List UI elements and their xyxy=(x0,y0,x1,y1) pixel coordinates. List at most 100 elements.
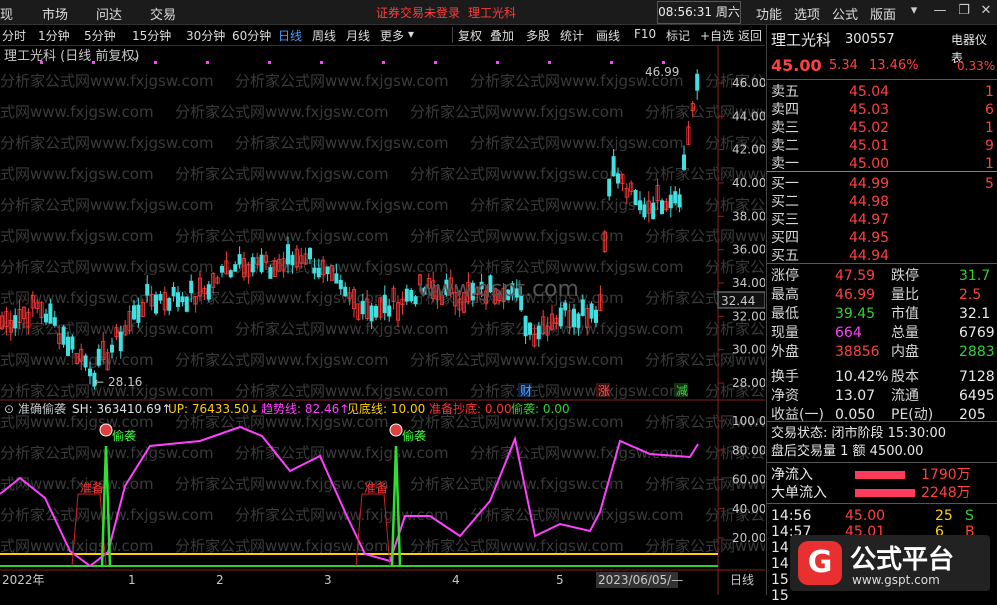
watermark-text: 分析家公式网www.fxjgsw.com xyxy=(0,103,154,121)
bid-level[interactable]: 买一 44.99 5 xyxy=(771,175,997,193)
f10-button[interactable]: F10 xyxy=(634,27,656,41)
ask-volume: 1 xyxy=(985,84,994,100)
price-tick: 44.00 xyxy=(732,109,765,123)
adjust-button[interactable]: 复权 xyxy=(458,27,482,44)
more-dropdown-icon[interactable]: ▾ xyxy=(408,27,414,41)
menu-item-layout[interactable]: 版面 xyxy=(870,4,896,23)
stat-row-value: 10.42% xyxy=(835,369,889,385)
watermark-text: 分析家公式网www.fxjgsw.com xyxy=(470,382,684,400)
kline-chart[interactable]: 分析家公式网www.fxjgsw.com 分析家公式网www.fxjgsw.com… xyxy=(0,46,765,595)
trade-state: 交易状态: 闭市阶段 15:30:00 xyxy=(771,426,947,441)
period-tab-15min[interactable]: 15分钟 xyxy=(132,27,171,44)
period-tab-30min[interactable]: 30分钟 xyxy=(186,27,225,44)
period-tab-60min[interactable]: 60分钟 xyxy=(232,27,271,44)
menu-item-view[interactable]: 现 xyxy=(0,4,13,23)
candle-body xyxy=(668,194,673,209)
menu-item-options[interactable]: 选项 xyxy=(794,4,820,23)
period-tab-1min[interactable]: 1分钟 xyxy=(38,27,70,44)
candle-body xyxy=(13,315,18,329)
watermark-text: 分析家公式网www.fxjgsw.com xyxy=(0,165,154,183)
stat-value: 32.1 xyxy=(959,306,991,322)
menu-dropdown-icon[interactable]: ▾ xyxy=(906,3,922,19)
stat-row[interactable]: 现量 664 总量 6769 xyxy=(771,324,997,342)
overlay-button[interactable]: 叠加 xyxy=(490,27,514,44)
current-price-tag: 32.44 xyxy=(721,294,755,308)
menu-item-function[interactable]: 功能 xyxy=(756,4,782,23)
bid-level-label: 买三 xyxy=(771,212,799,228)
period-tab-5min[interactable]: 5分钟 xyxy=(84,27,116,44)
watermark-text: 分析家公式网www.fxjgsw.com xyxy=(235,134,449,152)
watermark-text: 分析家公式网www.fxjgsw.com xyxy=(0,382,214,400)
menu-item-formula[interactable]: 公式 xyxy=(832,4,858,23)
stat-row[interactable]: 最高 46.99 量比 2.5 xyxy=(771,286,997,304)
stat-row[interactable]: 最低 39.45 市值 32.1 xyxy=(771,305,997,323)
stat-row[interactable]: 换手 10.42% 股本 7128 xyxy=(771,368,997,386)
period-tab-fenshi[interactable]: 分时 xyxy=(2,27,26,44)
price-tick: 32.00 xyxy=(732,309,765,323)
ask-level[interactable]: 卖五 45.04 1 xyxy=(771,83,997,101)
candle-body xyxy=(638,200,643,211)
ask-level[interactable]: 卖二 45.01 9 xyxy=(771,137,997,155)
period-tab-monthly[interactable]: 月线 xyxy=(346,27,370,44)
watermark-text: 分析家公式网www.fxjgsw.com xyxy=(410,475,624,493)
money-flow-row[interactable]: 净流入 1790万 xyxy=(771,466,997,484)
watermark-text: 分析家公式网www.fxjgsw.com xyxy=(0,72,214,90)
candle-body xyxy=(44,313,49,323)
watermark-text: 分析家公式网www.fxjgsw.com xyxy=(470,444,684,462)
event-tag-rise[interactable]: 涨 xyxy=(598,383,610,398)
candle-body xyxy=(48,303,53,324)
ask-volume: 9 xyxy=(985,138,994,154)
event-tag-finance[interactable]: 财 xyxy=(520,384,532,398)
candle-body xyxy=(682,154,687,170)
menu-item-wenda[interactable]: 问达 xyxy=(96,4,122,23)
logo-text: 公式平台 xyxy=(850,545,955,575)
menu-item-trade[interactable]: 交易 xyxy=(150,4,176,23)
period-tab-weekly[interactable]: 周线 xyxy=(312,27,336,44)
restore-icon[interactable]: ❐ xyxy=(956,3,972,19)
stat-row-label: 净资 xyxy=(771,388,799,404)
mark-button[interactable]: 标记 xyxy=(666,27,690,44)
event-tag-reduce[interactable]: 减 xyxy=(676,384,688,398)
minimize-icon[interactable]: — xyxy=(932,3,948,19)
bid-level[interactable]: 买二 44.98 xyxy=(771,193,997,211)
bid-level[interactable]: 买四 44.95 xyxy=(771,229,997,247)
add-watchlist-button[interactable]: +自选 xyxy=(700,27,734,44)
ask-level-value: 45.02 xyxy=(849,120,890,136)
stat-row-value: 39.45 xyxy=(835,306,876,322)
candle-body xyxy=(206,284,211,300)
money-flow-row[interactable]: 大单流入 2248万 xyxy=(771,484,997,502)
bid-level[interactable]: 买三 44.97 xyxy=(771,211,997,229)
cursor-date: 2023/06/05/— xyxy=(598,573,683,587)
bid-volume: 5 xyxy=(985,176,994,192)
chart-title-dropdown-icon[interactable]: ⌄ xyxy=(130,49,140,63)
login-warning[interactable]: 证券交易未登录 xyxy=(376,4,460,21)
period-label: 日线 xyxy=(730,573,754,587)
period-tab-more[interactable]: 更多 xyxy=(380,27,404,44)
stock-code: 300557 xyxy=(845,32,895,47)
indicator-settings-icon[interactable]: ⊙ xyxy=(4,402,14,416)
stat-row[interactable]: 净资 13.07 流通 6495 xyxy=(771,387,997,405)
candle-body xyxy=(607,178,612,197)
ask-level[interactable]: 卖三 45.02 1 xyxy=(771,119,997,137)
stat-row[interactable]: 外盘 38856 内盘 2883 xyxy=(771,343,997,361)
time-tick: 4 xyxy=(452,573,460,587)
candle-body xyxy=(589,303,594,319)
multi-stock-button[interactable]: 多股 xyxy=(526,27,550,44)
period-tab-daily[interactable]: 日线 xyxy=(278,27,302,44)
signal-dot xyxy=(206,61,209,64)
ask-level[interactable]: 卖四 45.03 6 xyxy=(771,101,997,119)
stats-button[interactable]: 统计 xyxy=(560,27,584,44)
stat-value: 7128 xyxy=(959,369,995,385)
menu-item-market[interactable]: 市场 xyxy=(42,4,68,23)
indicator-name[interactable]: 准确偷袭 xyxy=(18,401,66,416)
stat-row[interactable]: 涨停 47.59 跌停 31.7 xyxy=(771,267,997,285)
draw-line-button[interactable]: 画线 xyxy=(596,27,620,44)
stat-value: 6769 xyxy=(959,325,995,341)
time-tick: 2022年 xyxy=(2,573,45,587)
candle-body xyxy=(528,322,533,335)
close-icon[interactable]: ✕ xyxy=(978,3,994,19)
candle-body xyxy=(153,294,158,314)
back-button[interactable]: 返回 xyxy=(738,27,762,44)
stat-row-value: 664 xyxy=(835,325,862,341)
watermark-text: 分析家公式网www.fxjgsw.com xyxy=(470,258,684,276)
